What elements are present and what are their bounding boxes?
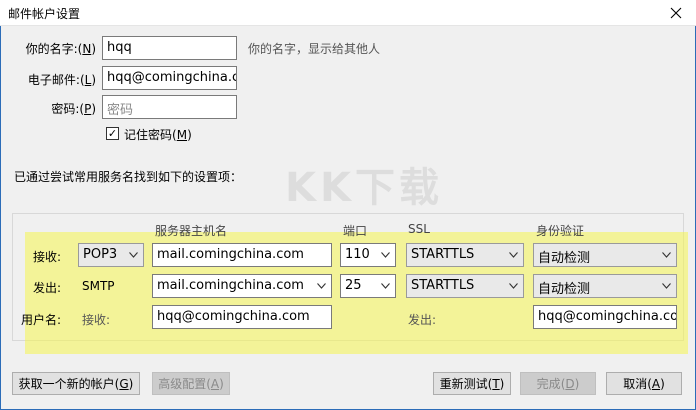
watermark-logo: KK下载 xyxy=(285,165,443,211)
password-label: 密码:(P) xyxy=(51,102,96,116)
new-account-access-key: G xyxy=(119,376,129,391)
incoming-ssl-value: STARTTLS xyxy=(411,247,475,262)
password-input[interactable]: 密码 xyxy=(102,95,237,119)
found-settings-message: 已通过尝试常用服务名找到如下的设置项： xyxy=(14,170,243,184)
chevron-down-icon xyxy=(379,247,391,263)
close-icon xyxy=(670,7,682,19)
advanced-access-key: A xyxy=(210,376,220,391)
incoming-auth-select[interactable]: 自动检测 xyxy=(533,243,677,267)
email-input[interactable]: hqq@comingchina.co xyxy=(102,66,237,90)
chevron-down-icon xyxy=(660,247,672,263)
incoming-auth-value: 自动检测 xyxy=(538,251,591,266)
chevron-down-icon xyxy=(127,247,139,263)
chevron-down-icon xyxy=(507,278,519,294)
new-account-label: 获取一个新的帐户 xyxy=(18,377,115,391)
remember-access-key: M xyxy=(176,128,188,142)
chevron-down-icon xyxy=(507,247,519,263)
password-access-key: P xyxy=(84,102,92,116)
advanced-label: 高级配置 xyxy=(158,377,207,391)
name-access-key: N xyxy=(82,42,92,56)
retest-label: 重新测试 xyxy=(439,377,488,391)
incoming-port-value: 110 xyxy=(345,247,370,262)
outgoing-port-value: 25 xyxy=(345,278,362,293)
incoming-label: 接收: xyxy=(33,250,62,264)
chevron-down-icon xyxy=(379,278,391,294)
retest-button[interactable]: 重新测试(T) xyxy=(433,372,511,395)
title-bar: 邮件帐户设置 xyxy=(0,0,696,26)
remember-password-checkbox[interactable]: ✓ xyxy=(106,127,119,140)
ssl-header: SSL xyxy=(408,222,430,236)
outgoing-ssl-value: STARTTLS xyxy=(411,278,475,293)
cancel-button[interactable]: 取消(A) xyxy=(606,372,682,395)
outgoing-hostname-value: mail.comingchina.com xyxy=(157,278,304,293)
chevron-down-icon xyxy=(660,278,672,294)
get-new-account-button[interactable]: 获取一个新的帐户(G) xyxy=(12,372,140,395)
email-label-text: 电子邮件: xyxy=(27,73,80,87)
remember-label-text: 记住密码 xyxy=(124,128,173,142)
remember-password-label[interactable]: 记住密码(M) xyxy=(124,126,192,143)
username-incoming-label: 接收: xyxy=(82,313,111,327)
email-access-key: L xyxy=(84,73,92,87)
done-button[interactable]: 完成(D) xyxy=(520,372,596,395)
incoming-protocol-select[interactable]: POP3 xyxy=(78,243,144,267)
name-label: 你的名字:(N) xyxy=(25,42,96,56)
done-access-key: D xyxy=(565,376,575,391)
retest-access-key: T xyxy=(492,376,500,391)
incoming-hostname-input[interactable]: mail.comingchina.com xyxy=(152,243,332,267)
outgoing-hostname-select[interactable]: mail.comingchina.com xyxy=(152,274,332,298)
username-label: 用户名: xyxy=(21,313,62,327)
outgoing-auth-select[interactable]: 自动检测 xyxy=(533,274,677,298)
hostname-header: 服务器主机名 xyxy=(155,224,228,238)
name-hint: 你的名字，显示给其他人 xyxy=(248,42,381,56)
email-label: 电子邮件:(L) xyxy=(27,73,96,87)
outgoing-port-select[interactable]: 25 xyxy=(340,274,396,298)
password-label-text: 密码: xyxy=(51,102,80,116)
username-incoming-input[interactable]: hqq@comingchina.com xyxy=(152,305,332,329)
done-label: 完成 xyxy=(536,377,561,391)
checkmark-icon: ✓ xyxy=(107,127,118,140)
username-outgoing-label: 发出: xyxy=(408,313,437,327)
username-outgoing-input[interactable]: hqq@comingchina.com xyxy=(533,305,677,329)
outgoing-protocol: SMTP xyxy=(82,279,115,293)
name-label-text: 你的名字: xyxy=(25,42,78,56)
cancel-access-key: A xyxy=(651,376,661,391)
advanced-config-button[interactable]: 高级配置(A) xyxy=(152,372,230,395)
incoming-ssl-select[interactable]: STARTTLS xyxy=(406,243,524,267)
chevron-down-icon xyxy=(315,278,327,294)
outgoing-label: 发出: xyxy=(33,281,62,295)
close-button[interactable] xyxy=(656,0,696,26)
incoming-port-select[interactable]: 110 xyxy=(340,243,396,267)
name-input[interactable]: hqq xyxy=(102,36,237,60)
incoming-protocol-value: POP3 xyxy=(83,247,118,262)
cancel-label: 取消 xyxy=(623,377,648,391)
port-header: 端口 xyxy=(343,224,368,238)
outgoing-ssl-select[interactable]: STARTTLS xyxy=(406,274,524,298)
window-title: 邮件帐户设置 xyxy=(8,7,81,21)
outgoing-auth-value: 自动检测 xyxy=(538,282,591,297)
auth-header: 身份验证 xyxy=(536,224,585,238)
